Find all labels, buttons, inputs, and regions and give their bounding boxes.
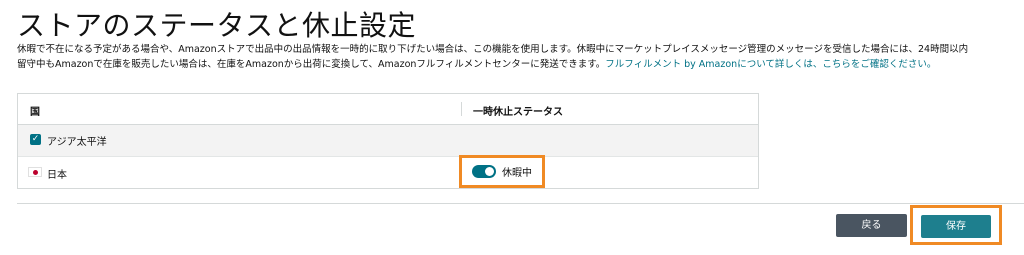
description-line-1: 休暇で不在になる予定がある場合や、Amazonストアで出品中の出品情報を一時的に… bbox=[17, 44, 969, 55]
country-name: 日本 bbox=[47, 170, 67, 181]
vacation-toggle[interactable] bbox=[472, 165, 496, 178]
column-header-status: 一時休止ステータス bbox=[473, 107, 563, 118]
fba-info-link[interactable]: フルフィルメント by Amazonについて詳しくは、こちらをご確認ください。 bbox=[605, 59, 936, 70]
region-label: アジア太平洋 bbox=[47, 137, 107, 148]
store-status-page: ストアのステータスと休止設定 休暇で不在になる予定がある場合や、Amazonスト… bbox=[0, 0, 1024, 255]
region-checkbox[interactable]: ✓ bbox=[30, 134, 41, 145]
save-button[interactable]: 保存 bbox=[921, 215, 991, 238]
back-button[interactable]: 戻る bbox=[836, 214, 907, 237]
country-status-table: 国 一時休止ステータス ✓ アジア太平洋 日本 bbox=[17, 93, 759, 189]
toggle-highlight-box: 休暇中 bbox=[459, 155, 545, 188]
vacation-status-label: 休暇中 bbox=[502, 168, 532, 179]
table-header: 国 一時休止ステータス bbox=[18, 94, 758, 125]
table-row: 日本 bbox=[18, 157, 758, 188]
japan-flag-icon bbox=[28, 167, 42, 177]
region-group-row: ✓ アジア太平洋 bbox=[18, 125, 758, 157]
description-line-2: 留守中もAmazonで在庫を販売したい場合は、在庫をAmazonから出荷に変換し… bbox=[17, 57, 1024, 72]
toggle-knob bbox=[485, 167, 494, 176]
page-description: 休暇で不在になる予定がある場合や、Amazonストアで出品中の出品情報を一時的に… bbox=[17, 42, 1024, 72]
header-divider bbox=[461, 102, 462, 116]
column-header-country: 国 bbox=[30, 107, 40, 118]
page-title: ストアのステータスと休止設定 bbox=[17, 9, 417, 42]
description-line-2-text: 留守中もAmazonで在庫を販売したい場合は、在庫をAmazonから出荷に変換し… bbox=[17, 59, 606, 70]
footer-divider bbox=[17, 203, 1024, 204]
save-highlight-box: 保存 bbox=[910, 205, 1002, 245]
